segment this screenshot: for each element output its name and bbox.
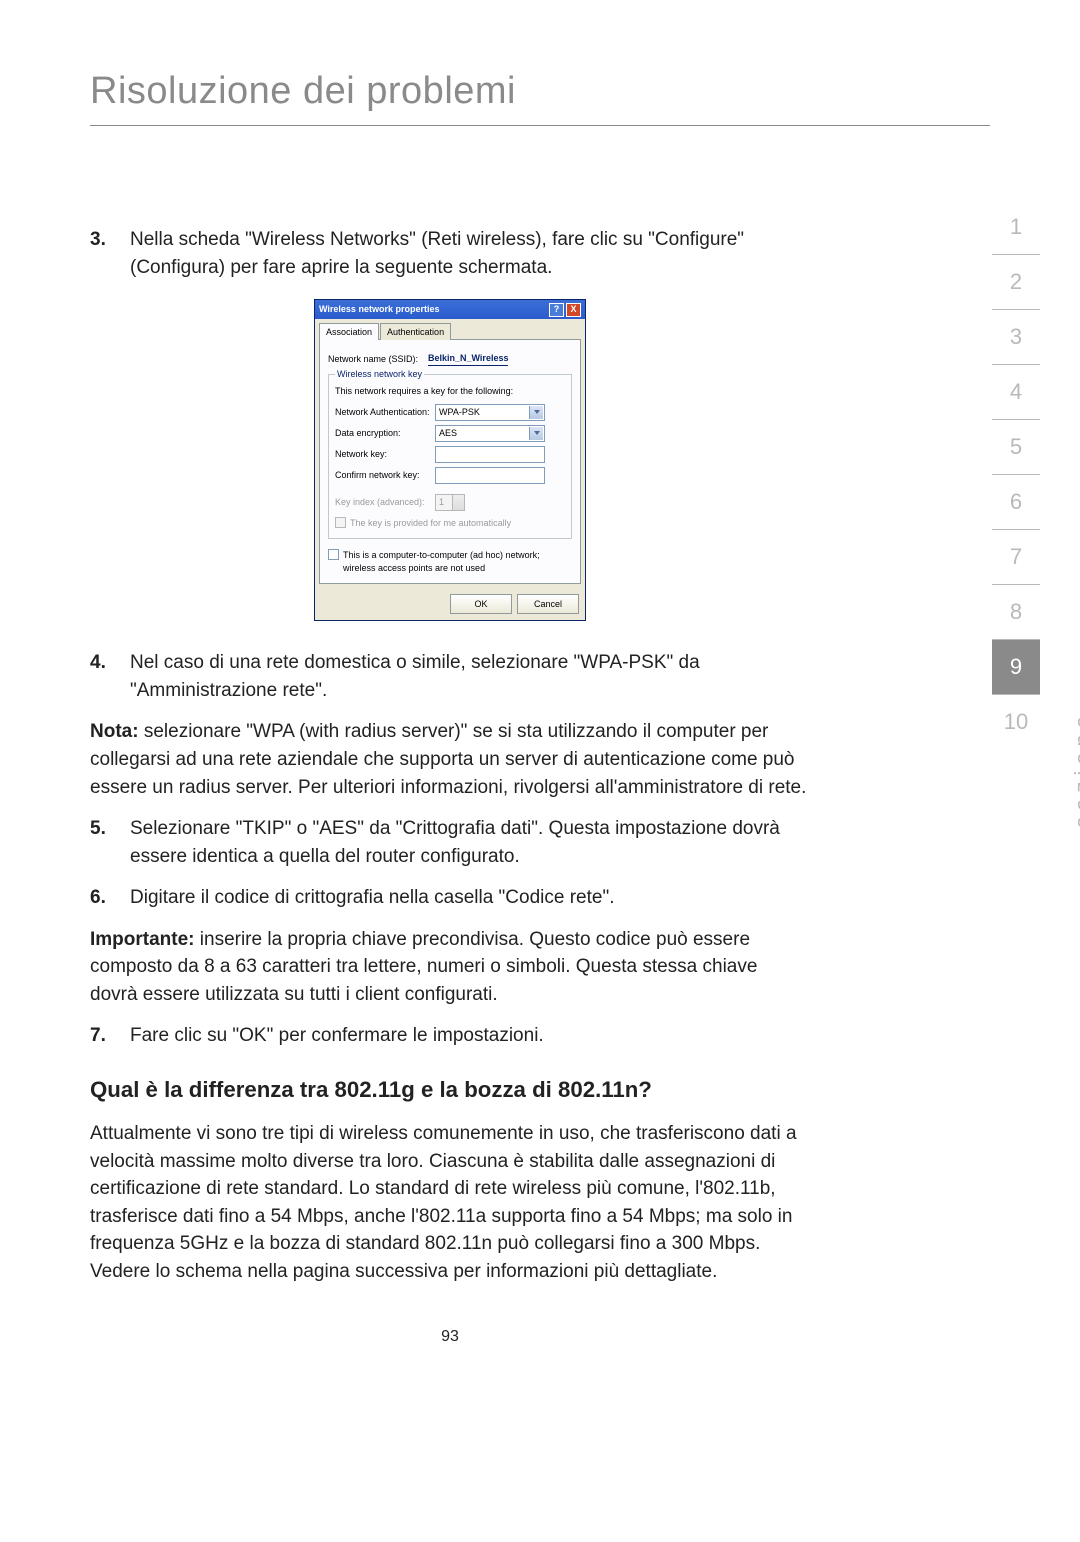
key-index-spinner: 1 — [435, 494, 465, 511]
confirm-key-label: Confirm network key: — [335, 469, 435, 482]
body-paragraph: Attualmente vi sono tre tipi di wireless… — [90, 1120, 810, 1285]
important-label: Importante: — [90, 929, 195, 950]
nav-item-2[interactable]: 2 — [992, 255, 1040, 310]
wireless-properties-dialog: Wireless network properties ? X Associat… — [314, 299, 586, 621]
confirm-key-input[interactable] — [435, 467, 545, 484]
network-key-label: Network key: — [335, 448, 435, 461]
nav-item-4[interactable]: 4 — [992, 365, 1040, 420]
nav-item-6[interactable]: 6 — [992, 475, 1040, 530]
step-6-number: 6. — [90, 884, 130, 912]
nav-item-1[interactable]: 1 — [992, 200, 1040, 255]
dialog-titlebar: Wireless network properties ? X — [315, 300, 585, 319]
nav-item-5[interactable]: 5 — [992, 420, 1040, 475]
ssid-value: Belkin_N_Wireless — [428, 352, 508, 366]
step-4-number: 4. — [90, 649, 130, 704]
chevron-down-icon — [534, 410, 540, 414]
step-5-text: Selezionare "TKIP" o "AES" da "Crittogra… — [130, 815, 810, 870]
step-3-text: Nella scheda "Wireless Networks" (Reti w… — [130, 226, 810, 281]
nav-item-3[interactable]: 3 — [992, 310, 1040, 365]
cancel-button[interactable]: Cancel — [517, 594, 579, 614]
tab-authentication[interactable]: Authentication — [380, 323, 451, 340]
note-label: Nota: — [90, 721, 139, 742]
note-paragraph: Nota: selezionare "WPA (with radius serv… — [90, 718, 810, 801]
chevron-down-icon — [534, 431, 540, 435]
enc-label: Data encryption: — [335, 427, 435, 440]
subheading-80211: Qual è la differenza tra 802.11g e la bo… — [90, 1074, 810, 1106]
close-icon[interactable]: X — [566, 303, 581, 317]
auth-label: Network Authentication: — [335, 406, 435, 419]
fieldset-legend: Wireless network key — [335, 368, 424, 381]
help-icon[interactable]: ? — [549, 303, 564, 317]
fieldset-info: This network requires a key for the foll… — [335, 385, 565, 398]
step-4-text: Nel caso di una rete domestica o simile,… — [130, 649, 810, 704]
page-title: Risoluzione dei problemi — [90, 70, 990, 126]
network-key-input[interactable] — [435, 446, 545, 463]
page-number: 93 — [90, 1325, 810, 1348]
adhoc-checkbox[interactable] — [328, 549, 339, 560]
nav-item-9[interactable]: 9 — [992, 640, 1040, 695]
step-3-number: 3. — [90, 226, 130, 281]
nav-item-8[interactable]: 8 — [992, 585, 1040, 640]
note-text: selezionare "WPA (with radius server)" s… — [90, 721, 806, 797]
autokey-label: The key is provided for me automatically — [350, 517, 511, 530]
nav-item-7[interactable]: 7 — [992, 530, 1040, 585]
key-index-label: Key index (advanced): — [335, 496, 435, 509]
dialog-title-text: Wireless network properties — [319, 303, 547, 316]
important-paragraph: Importante: inserire la propria chiave p… — [90, 926, 810, 1009]
wireless-key-fieldset: Wireless network key This network requir… — [328, 374, 572, 539]
ok-button[interactable]: OK — [450, 594, 512, 614]
section-vertical-label: sezione — [1070, 710, 1080, 828]
tab-association[interactable]: Association — [319, 323, 379, 340]
section-nav: 1 2 3 4 5 6 7 8 9 10 — [992, 200, 1040, 749]
auth-dropdown[interactable]: WPA-PSK — [435, 404, 545, 421]
enc-dropdown[interactable]: AES — [435, 425, 545, 442]
main-content: 3. Nella scheda "Wireless Networks" (Ret… — [90, 226, 810, 1349]
ssid-label: Network name (SSID): — [328, 353, 428, 366]
step-5-number: 5. — [90, 815, 130, 870]
step-7-number: 7. — [90, 1022, 130, 1050]
nav-item-10[interactable]: 10 — [992, 695, 1040, 749]
step-6-text: Digitare il codice di crittografia nella… — [130, 884, 810, 912]
step-7-text: Fare clic su "OK" per confermare le impo… — [130, 1022, 810, 1050]
adhoc-label: This is a computer-to-computer (ad hoc) … — [343, 549, 572, 575]
autokey-checkbox — [335, 517, 346, 528]
